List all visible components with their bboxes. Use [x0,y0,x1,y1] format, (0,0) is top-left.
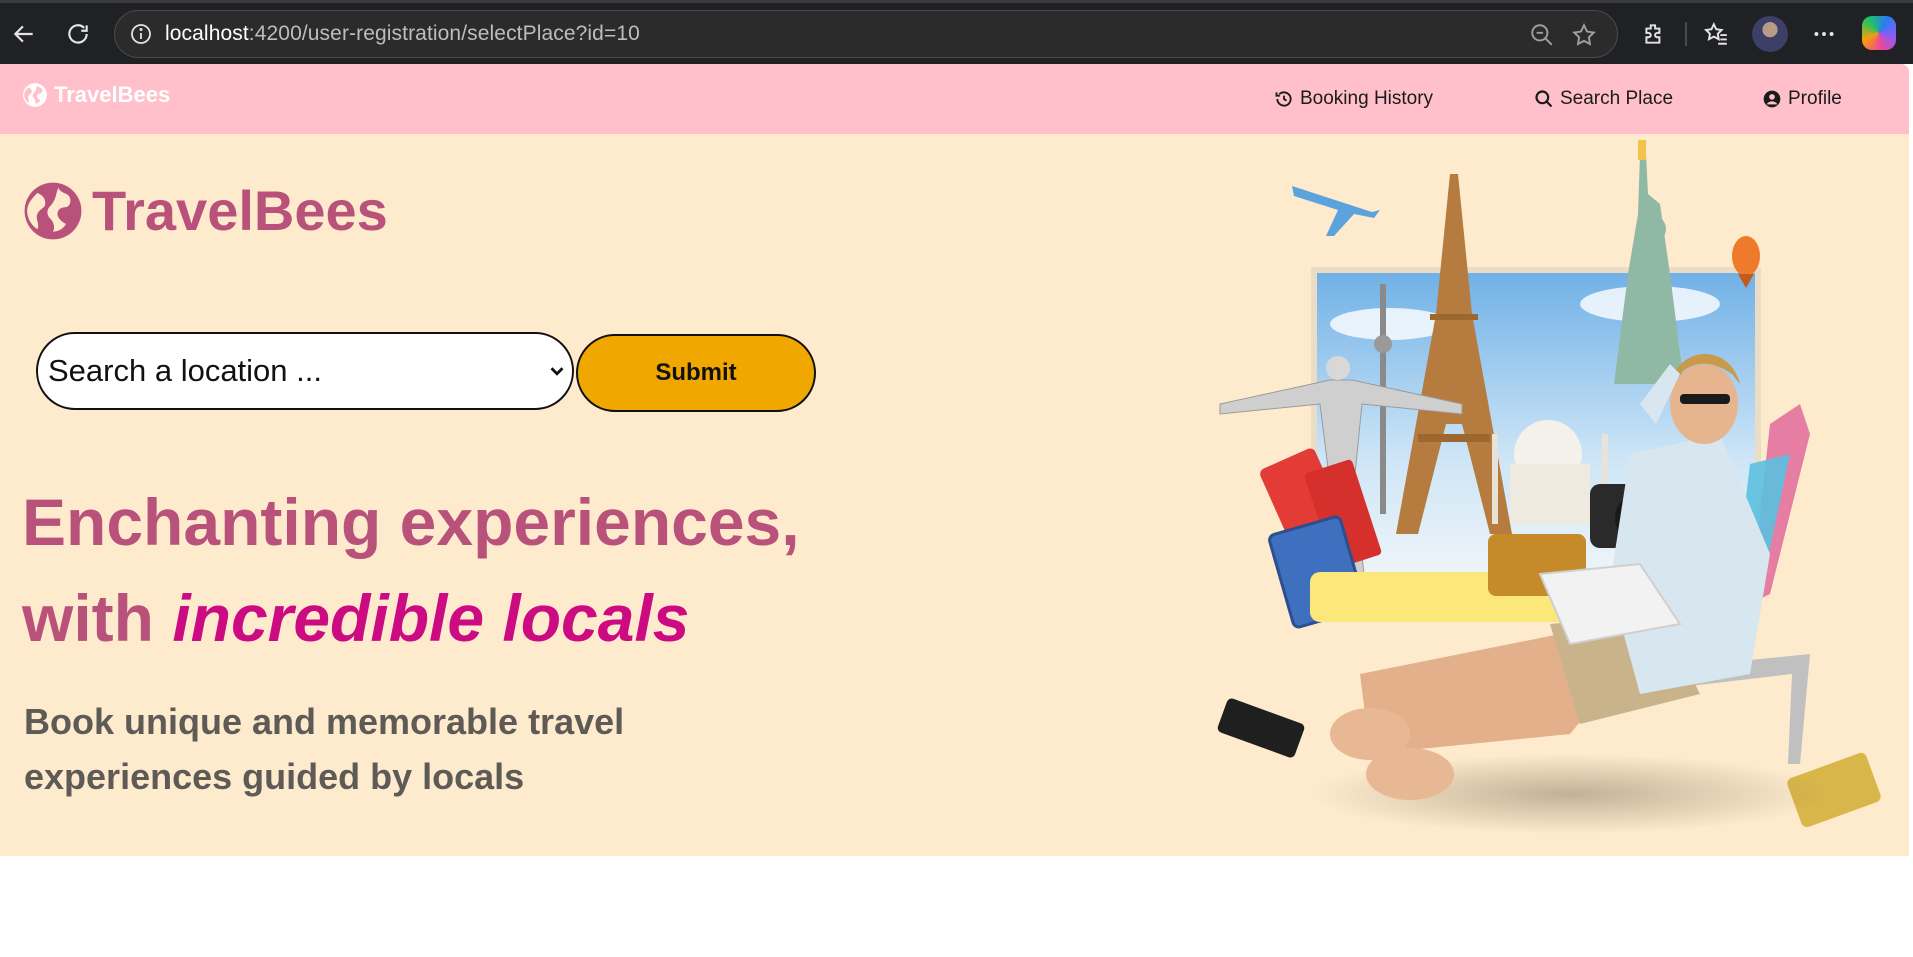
extensions-icon [1645,24,1661,44]
web-page: TravelBees Booking History Search Place … [0,64,1913,957]
search-icon [1535,90,1553,108]
chevron-down-icon [550,367,564,376]
profile-avatar[interactable] [1752,16,1788,52]
user-circle-icon [1763,90,1781,108]
hero-subtext: Book unique and memorable travel experie… [24,701,625,797]
location-select-value: Search a location ... [48,353,322,388]
extensions-button[interactable] [1632,12,1676,56]
url-host: localhost [165,22,249,45]
travel-illustration-image [1217,140,1881,834]
info-icon[interactable] [129,22,153,46]
favorite-star-icon[interactable] [1571,22,1597,48]
tab-strip-edge [0,0,1913,3]
location-select[interactable]: Search a location ... [36,332,574,410]
nav-booking-history[interactable]: Booking History [1274,88,1433,110]
hero-headline: Enchanting experiences, with incredible … [22,474,800,666]
headline-line-1: Enchanting experiences, [22,485,800,559]
navbar: TravelBees Booking History Search Place … [0,64,1909,134]
nav-profile[interactable]: Profile [1762,88,1842,110]
navbar-brand-text: TravelBees [54,82,171,107]
url-text[interactable]: localhost:4200/user-registration/selectP… [165,22,640,46]
more-icon [1814,32,1834,36]
hero-brand-text: TravelBees [92,179,388,242]
reload-icon [68,24,88,44]
browser-chrome: localhost:4200/user-registration/selectP… [0,0,1913,64]
nav-search-place-label: Search Place [1560,88,1674,109]
hero-section: TravelBees Search a location ... Submit … [0,134,1909,856]
headline-line-2: with incredible locals [22,570,800,666]
url-path: :4200/user-registration/selectPlace?id=1… [248,22,640,45]
reload-button[interactable] [56,12,100,56]
submit-button[interactable]: Submit [576,334,816,412]
globe-icon [24,182,82,239]
globe-icon [23,83,47,107]
address-bar[interactable]: localhost:4200/user-registration/selectP… [114,10,1618,58]
headline-accent: incredible locals [172,581,690,655]
headline-with: with [22,581,173,655]
more-button[interactable] [1802,12,1846,56]
toolbar-separator [1685,22,1687,46]
history-icon [1275,91,1292,107]
favorites-button[interactable] [1694,12,1738,56]
back-button[interactable] [2,12,46,56]
nav-booking-history-label: Booking History [1300,88,1434,109]
zoom-out-icon[interactable] [1529,22,1555,48]
hero-brand: TravelBees [22,178,388,243]
navbar-brand[interactable]: TravelBees [22,82,170,108]
copilot-icon[interactable] [1862,16,1896,50]
back-arrow-icon [13,25,33,43]
nav-search-place[interactable]: Search Place [1534,88,1673,110]
favorites-icon [1703,21,1727,45]
nav-profile-label: Profile [1788,88,1842,109]
